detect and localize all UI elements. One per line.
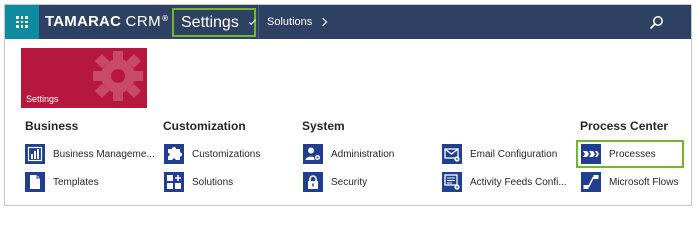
menu-item-label: Solutions [192, 176, 234, 188]
top-navigation-bar: TAMARAC CRM® Settings Solutions [5, 5, 691, 39]
menu-item-activity-feeds-configuration[interactable]: Activity Feeds Confi... [442, 171, 567, 193]
menu-item-solutions[interactable]: Solutions [164, 171, 233, 193]
group-heading-business: Business [25, 119, 79, 133]
document-icon [25, 172, 45, 192]
menu-item-email-configuration[interactable]: Email Configuration [442, 143, 557, 165]
menu-item-templates[interactable]: Templates [25, 171, 99, 193]
search-icon [650, 16, 663, 29]
settings-tile-label: Settings [26, 94, 59, 104]
settings-area-menu[interactable]: Settings [172, 8, 257, 37]
brand-logo: TAMARAC CRM® [45, 13, 169, 30]
settings-menu-label: Settings [181, 13, 239, 31]
menu-item-security[interactable]: Security [303, 171, 367, 193]
group-heading-system: System [302, 119, 345, 133]
feed-config-icon [442, 172, 462, 192]
chevron-down-icon [248, 17, 257, 25]
chevron-right-icon[interactable] [318, 17, 328, 27]
lock-icon [303, 172, 323, 192]
app-launcher-button[interactable] [5, 5, 39, 39]
menu-item-administration[interactable]: Administration [303, 143, 394, 165]
process-arrows-icon [581, 144, 601, 164]
app-window: TAMARAC CRM® Settings Solutions Settings… [4, 4, 692, 206]
grid-icon [16, 16, 28, 28]
menu-item-customizations[interactable]: Customizations [164, 143, 260, 165]
nav-divider [258, 5, 259, 39]
menu-item-label: Microsoft Flows [609, 176, 679, 188]
menu-item-label: Processes [609, 148, 656, 160]
menu-item-processes[interactable]: Processes [581, 143, 656, 165]
search-button[interactable] [647, 13, 667, 33]
solutions-icon [164, 172, 184, 192]
breadcrumb-solutions[interactable]: Solutions [267, 5, 312, 39]
puzzle-icon [164, 144, 184, 164]
group-heading-process-center: Process Center [580, 119, 669, 133]
menu-item-label: Business Manageme... [53, 148, 155, 160]
menu-item-label: Customizations [192, 148, 261, 160]
menu-item-microsoft-flows[interactable]: Microsoft Flows [581, 171, 678, 193]
menu-item-label: Administration [331, 148, 395, 160]
settings-tile[interactable]: Settings [21, 48, 147, 108]
bar-chart-icon [25, 144, 45, 164]
group-heading-customization: Customization [163, 119, 246, 133]
menu-item-label: Activity Feeds Confi... [470, 176, 567, 188]
menu-item-business-management[interactable]: Business Manageme... [25, 143, 155, 165]
envelope-gear-icon [442, 144, 462, 164]
menu-item-label: Templates [53, 176, 99, 188]
users-gear-icon [303, 144, 323, 164]
menu-item-label: Email Configuration [470, 148, 558, 160]
flow-icon [581, 172, 601, 192]
menu-item-label: Security [331, 176, 368, 188]
gear-icon [93, 51, 143, 101]
